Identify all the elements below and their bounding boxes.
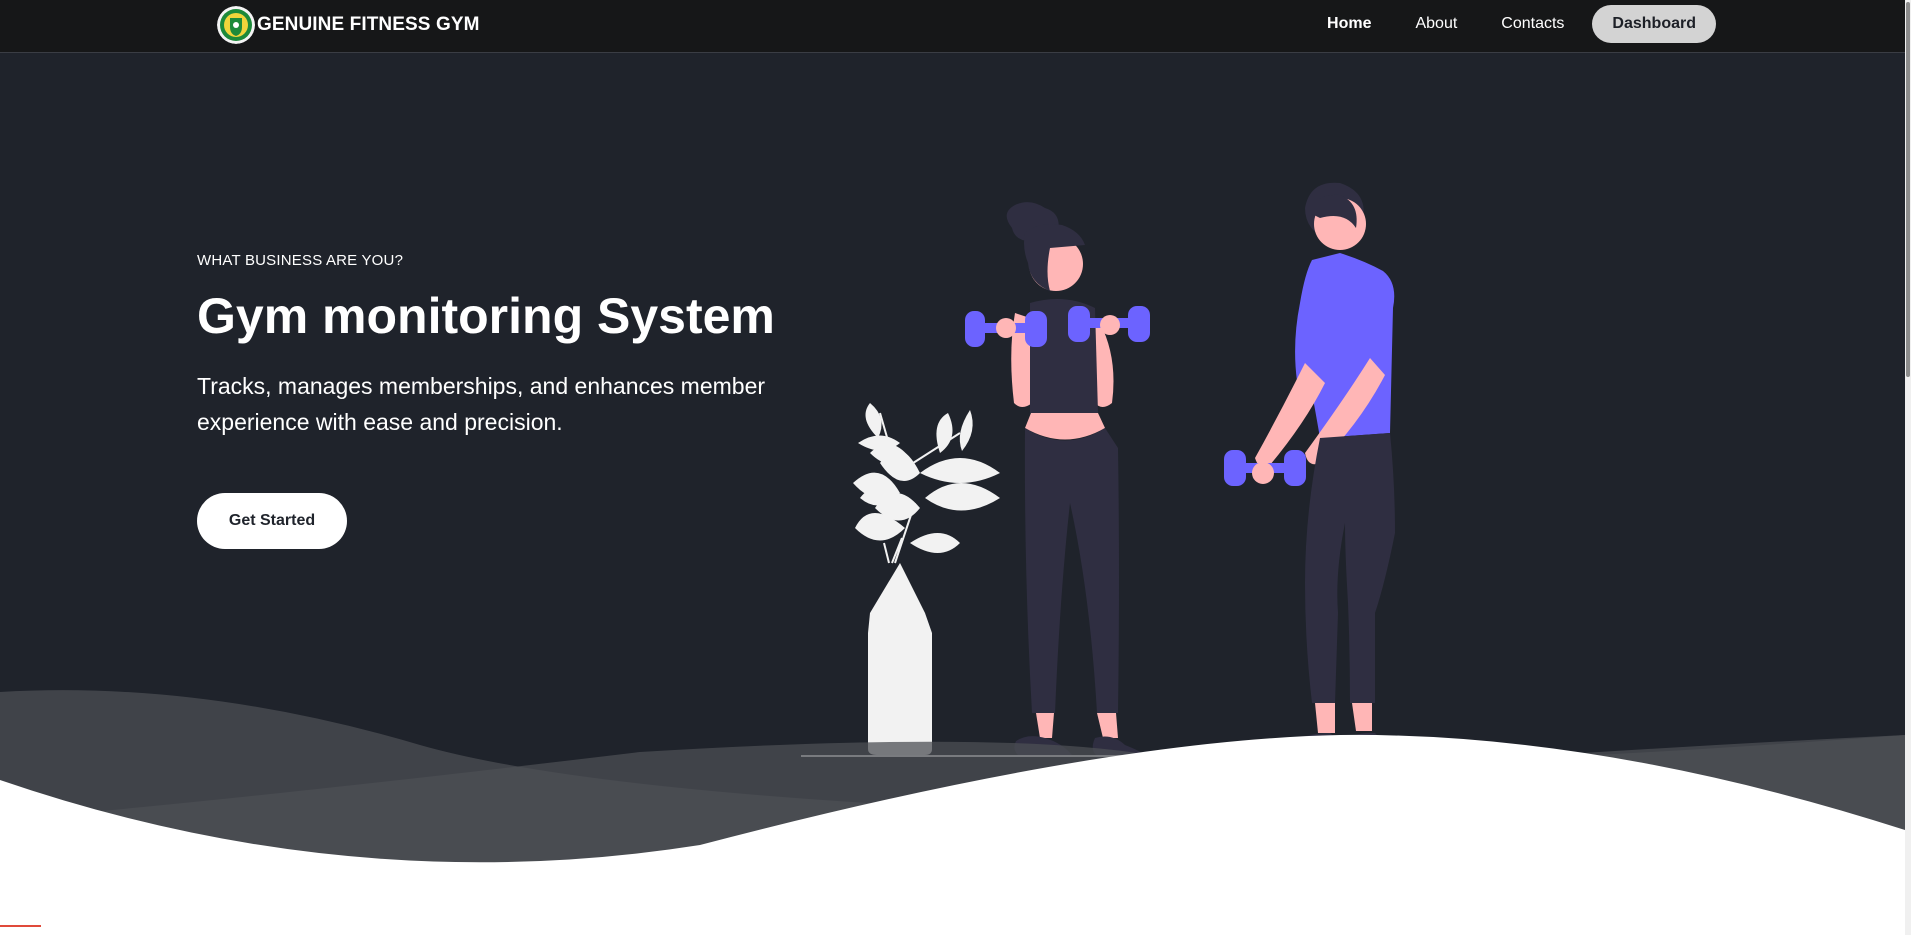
top-navbar: GENUINE FITNESS GYM Home About Contacts … — [0, 0, 1905, 53]
nav-link-about[interactable]: About — [1393, 5, 1479, 43]
hero-description: Tracks, manages memberships, and enhance… — [197, 373, 766, 435]
nav-link-contacts[interactable]: Contacts — [1479, 5, 1586, 43]
vertical-scrollbar[interactable] — [1905, 0, 1911, 935]
dashboard-button[interactable]: Dashboard — [1592, 5, 1716, 43]
scrollbar-thumb[interactable] — [1906, 2, 1910, 377]
hero-text: WHAT BUSINESS ARE YOU? Gym monitoring Sy… — [197, 252, 817, 440]
nav-link-home[interactable]: Home — [1305, 5, 1393, 43]
hero-section: WHAT BUSINESS ARE YOU? Gym monitoring Sy… — [0, 53, 1905, 935]
hero-eyebrow: WHAT BUSINESS ARE YOU? — [197, 252, 404, 269]
brand-name: GENUINE FITNESS GYM — [257, 14, 480, 35]
man-figure — [1224, 182, 1395, 755]
get-started-button[interactable]: Get Started — [197, 493, 347, 549]
gym-seal-logo-icon — [217, 6, 255, 44]
plant-illustration — [853, 403, 1000, 755]
gym-illustration — [801, 182, 1527, 757]
hero-title: Gym monitoring System — [197, 288, 775, 344]
woman-figure — [965, 202, 1150, 755]
corner-widget[interactable] — [0, 925, 41, 935]
nav-links: Home About Contacts Dashboard — [1305, 5, 1716, 43]
ground-line — [801, 755, 1527, 757]
brand[interactable]: GENUINE FITNESS GYM — [217, 5, 480, 45]
